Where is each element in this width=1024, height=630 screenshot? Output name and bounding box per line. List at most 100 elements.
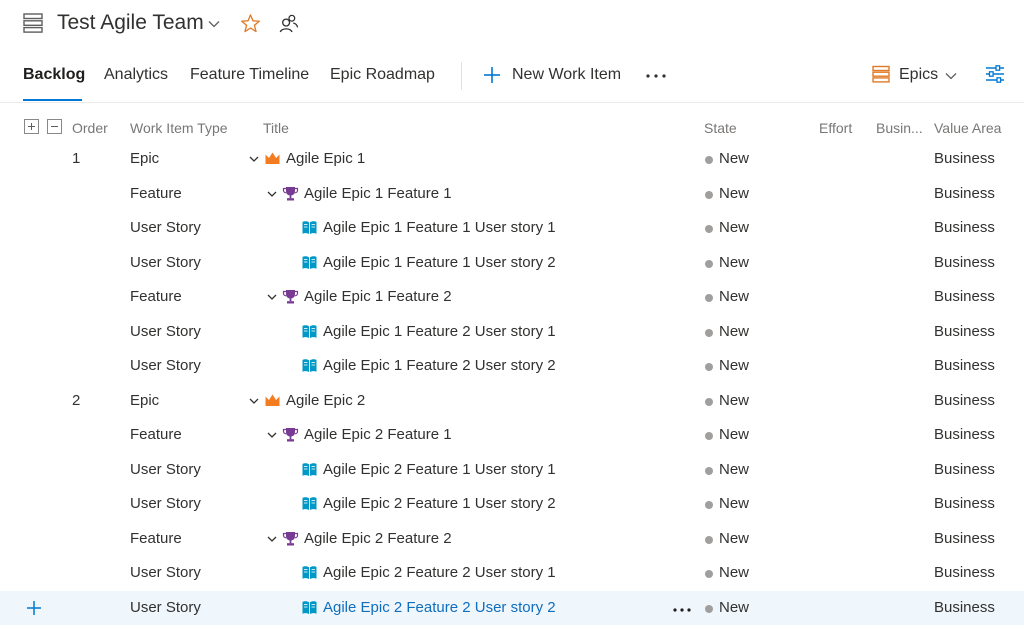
feature-trophy-icon (282, 428, 299, 442)
value-area-cell: Business (934, 495, 995, 512)
work-item-title-link[interactable]: Agile Epic 2 Feature 1 User story 2 (323, 495, 556, 512)
state-indicator-dot (705, 501, 713, 509)
backlog-level-selector[interactable]: Epics (872, 64, 962, 88)
work-item-title-link[interactable]: Agile Epic 1 Feature 1 User story 1 (323, 219, 556, 236)
work-item-type-cell: Feature (130, 288, 182, 305)
work-item-title-link[interactable]: Agile Epic 2 Feature 1 (304, 426, 452, 443)
chevron-down-icon (945, 73, 957, 80)
feature-trophy-icon (282, 290, 299, 304)
table-row[interactable]: User Story Agile Epic 1 Feature 1 User st… (0, 211, 1024, 246)
state-cell: New (719, 598, 750, 616)
add-child-plus-icon[interactable] (25, 599, 43, 617)
work-item-type-cell: User Story (130, 598, 201, 616)
work-item-title-link[interactable]: Agile Epic 2 Feature 1 User story 1 (323, 461, 556, 478)
state-cell: New (719, 253, 750, 271)
team-members-icon[interactable] (278, 13, 299, 34)
work-item-title-link[interactable]: Agile Epic 1 Feature 1 User story 2 (323, 254, 556, 271)
work-item-title-link[interactable]: Agile Epic 2 Feature 2 (304, 530, 452, 547)
column-header-value-area[interactable]: Value Area (934, 120, 1001, 136)
row-more-icon[interactable] (672, 600, 692, 618)
value-area-cell: Business (934, 529, 995, 547)
table-row[interactable]: User Story Agile Epic 2 Feature 2 User st… (0, 556, 1024, 591)
work-item-title-link[interactable]: Agile Epic 1 Feature 2 User story 2 (323, 357, 556, 374)
table-row[interactable]: Feature Agile Epic 1 Feature 2 New Business (0, 280, 1024, 315)
work-item-type-cell: User Story (130, 253, 201, 271)
table-row[interactable]: Feature Agile Epic 2 Feature 1 New Business (0, 418, 1024, 453)
table-row[interactable]: Feature Agile Epic 2 Feature 2 New Business (0, 522, 1024, 557)
tab-epic-roadmap[interactable]: Epic Roadmap (330, 66, 435, 84)
work-item-title-link[interactable]: Agile Epic 2 (286, 392, 365, 409)
expand-all-icon[interactable] (24, 119, 39, 134)
chevron-down-icon[interactable] (248, 153, 260, 165)
state-indicator-dot (705, 363, 713, 371)
state-indicator-dot (705, 259, 713, 268)
user-story-book-icon (302, 221, 317, 234)
plus-icon (484, 67, 500, 83)
column-header-title[interactable]: Title (263, 120, 289, 136)
chevron-down-icon[interactable] (207, 17, 221, 31)
chevron-down-icon[interactable] (266, 429, 278, 441)
collapse-all-icon[interactable] (47, 119, 62, 134)
tab-analytics[interactable]: Analytics (104, 66, 168, 84)
state-indicator-dot (705, 570, 713, 578)
work-item-title-link[interactable]: Agile Epic 1 Feature 1 (304, 185, 452, 202)
work-item-title-link[interactable]: Agile Epic 2 Feature 2 User story 2 (323, 599, 556, 616)
header-divider (0, 102, 1024, 103)
state-cell: New (719, 529, 750, 547)
work-item-title-link[interactable]: Agile Epic 2 Feature 2 User story 1 (323, 564, 556, 581)
work-item-type-cell: User Story (130, 564, 201, 581)
view-options-icon[interactable] (984, 63, 1006, 85)
column-header-business-value[interactable]: Busin... (876, 120, 923, 136)
backlog-grid: 1 Epic Agile Epic 1 New Business Feature Agile… (0, 142, 1024, 625)
user-story-book-icon (302, 359, 317, 372)
value-area-cell: Business (934, 357, 995, 374)
state-cell: New (719, 564, 750, 581)
table-row[interactable]: User Story Agile Epic 1 Feature 2 User st… (0, 315, 1024, 350)
page-header: Test Agile Team (0, 0, 1024, 50)
user-story-book-icon (302, 497, 317, 510)
value-area-cell: Business (934, 150, 995, 167)
tab-feature-timeline[interactable]: Feature Timeline (190, 66, 309, 84)
user-story-book-icon (302, 600, 317, 614)
state-indicator-dot (705, 432, 713, 440)
state-indicator-dot (705, 225, 713, 233)
column-header-effort[interactable]: Effort (819, 120, 852, 136)
value-area-cell: Business (934, 219, 995, 236)
table-row[interactable]: Feature Agile Epic 1 Feature 1 New Business (0, 177, 1024, 212)
table-row[interactable]: User Story Agile Epic 2 Feature 2 User st… (0, 590, 1024, 625)
table-row[interactable]: User Story Agile Epic 2 Feature 1 User st… (0, 453, 1024, 488)
value-area-cell: Business (934, 288, 995, 305)
tab-bar: Backlog Analytics Feature Timeline Epic … (0, 56, 1024, 102)
table-row[interactable]: 2 Epic Agile Epic 2 New Business (0, 384, 1024, 419)
table-row[interactable]: User Story Agile Epic 2 Feature 1 User st… (0, 487, 1024, 522)
table-row[interactable]: User Story Agile Epic 1 Feature 2 User st… (0, 349, 1024, 384)
feature-trophy-icon (282, 186, 299, 200)
more-icon[interactable] (645, 64, 669, 86)
star-icon[interactable] (240, 13, 261, 34)
new-work-item-label: New Work Item (512, 66, 622, 83)
state-cell: New (719, 426, 750, 443)
value-area-cell: Business (934, 598, 995, 616)
table-row[interactable]: 1 Epic Agile Epic 1 New Business (0, 142, 1024, 177)
chevron-down-icon[interactable] (248, 395, 260, 407)
state-cell: New (719, 357, 750, 374)
column-header-order[interactable]: Order (72, 120, 108, 136)
work-item-title-link[interactable]: Agile Epic 1 Feature 2 User story 1 (323, 323, 556, 340)
tab-backlog[interactable]: Backlog (23, 66, 85, 84)
column-header-state[interactable]: State (704, 120, 737, 136)
state-indicator-dot (705, 294, 713, 302)
team-name[interactable]: Test Agile Team (57, 11, 204, 35)
value-area-cell: Business (934, 426, 995, 443)
table-row[interactable]: User Story Agile Epic 1 Feature 1 User st… (0, 246, 1024, 281)
work-item-type-cell: User Story (130, 322, 201, 340)
epic-crown-icon (265, 394, 280, 406)
work-item-title-link[interactable]: Agile Epic 1 Feature 2 (304, 288, 452, 305)
state-cell: New (719, 184, 750, 202)
work-item-type-cell: User Story (130, 219, 201, 236)
work-item-title-link[interactable]: Agile Epic 1 (286, 150, 365, 167)
chevron-down-icon[interactable] (266, 188, 278, 200)
chevron-down-icon[interactable] (266, 533, 278, 545)
column-header-work-item-type[interactable]: Work Item Type (130, 120, 228, 136)
user-story-book-icon (302, 255, 317, 269)
chevron-down-icon[interactable] (266, 291, 278, 303)
